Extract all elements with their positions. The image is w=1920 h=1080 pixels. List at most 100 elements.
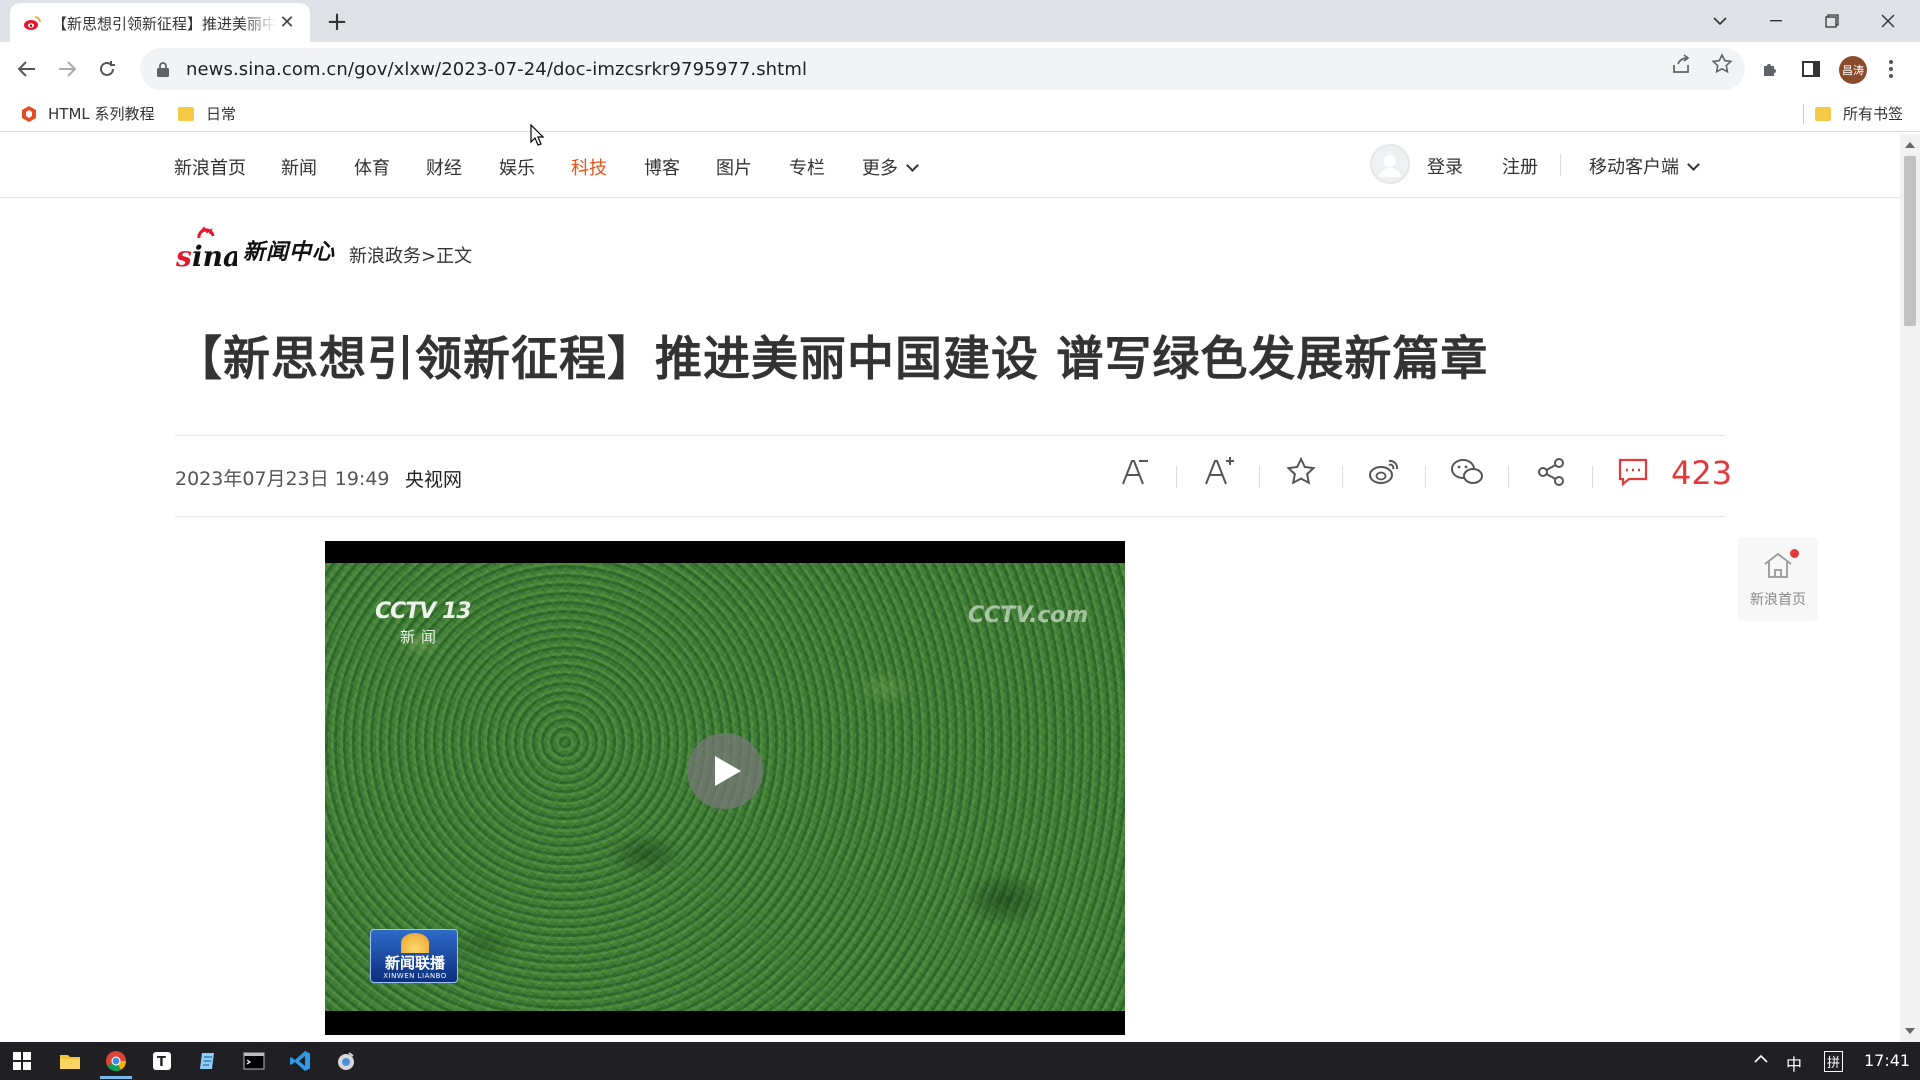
new-tab-button[interactable]: + (322, 8, 352, 38)
nav-item-home[interactable]: 新浪首页 (174, 154, 246, 180)
svg-text:s: s (175, 240, 192, 272)
brand-row: s ina 新闻中心 新浪政务>正文 (175, 224, 472, 272)
terminal-icon[interactable] (232, 1042, 276, 1080)
nav-item-finance[interactable]: 财经 (426, 154, 462, 180)
bookmark-html-tutorial[interactable]: HTML 系列教程 (20, 103, 155, 124)
tab-close-icon[interactable]: ✕ (276, 12, 298, 34)
nav-item-photos[interactable]: 图片 (716, 154, 752, 180)
bookmark-daily-folder[interactable]: 日常 (178, 103, 236, 124)
chevron-down-icon (906, 159, 919, 172)
mobile-client-menu[interactable]: 移动客户端 (1589, 153, 1700, 179)
svg-text:T: T (157, 1055, 166, 1070)
weibo-share-icon[interactable] (1366, 454, 1402, 490)
share-page-icon[interactable] (1670, 53, 1692, 75)
play-icon[interactable] (687, 733, 763, 809)
globe-icon (401, 933, 429, 953)
mouse-cursor-icon (530, 124, 544, 146)
nav-item-columns[interactable]: 专栏 (789, 154, 825, 180)
tab-search-icon[interactable] (1692, 0, 1748, 42)
site-top-nav: 新浪首页 新闻 体育 财经 娱乐 科技 博客 图片 专栏 更多 登录 注册 移动… (0, 134, 1900, 198)
forward-icon[interactable] (52, 54, 82, 84)
side-panel-icon[interactable] (1798, 56, 1824, 82)
comment-icon[interactable] (1615, 454, 1651, 490)
divider (1176, 466, 1177, 488)
font-increase-icon[interactable] (1200, 454, 1236, 490)
nav-item-tech[interactable]: 科技 (571, 154, 607, 180)
minimize-button[interactable] (1748, 0, 1804, 42)
close-window-button[interactable] (1860, 0, 1916, 42)
restore-button[interactable] (1804, 0, 1860, 42)
xinwen-lianbo-logo: 新闻联播 XINWEN LIANBO (370, 929, 458, 983)
divider (1508, 466, 1509, 488)
vscode-icon[interactable] (278, 1042, 322, 1080)
browser-toolbar: news.sina.com.cn/gov/xlxw/2023-07-24/doc… (0, 42, 1920, 96)
video-player[interactable]: CCTV 13 新闻 CCTV.com 新闻联播 XINWEN LIANBO (325, 541, 1125, 1035)
scroll-thumb[interactable] (1904, 156, 1916, 326)
wechat-share-icon[interactable] (1449, 454, 1485, 490)
news-center-title[interactable]: 新闻中心 (243, 234, 335, 266)
back-icon[interactable] (12, 54, 42, 84)
typora-icon[interactable]: T (140, 1042, 184, 1080)
tab-title: 【新思想引领新征程】推进美丽中国建设 谱写绿色发展新篇章 (52, 14, 276, 33)
address-bar[interactable]: news.sina.com.cn/gov/xlxw/2023-07-24/doc… (140, 48, 1745, 90)
svg-text:ina: ina (192, 240, 237, 272)
nav-divider (1560, 154, 1561, 176)
breadcrumb[interactable]: 新浪政务>正文 (349, 242, 472, 268)
bookmark-star-icon[interactable] (1711, 53, 1733, 75)
cctv13-logo-sub: 新闻 (400, 628, 443, 646)
sina-logo-icon[interactable]: s ina (175, 226, 237, 272)
bookmarks-bar: HTML 系列教程 日常 所有书签 (0, 96, 1920, 132)
bookmarks-divider (1803, 104, 1804, 124)
home-icon (1764, 552, 1792, 578)
tab-strip: 【新思想引领新征程】推进美丽中国建设 谱写绿色发展新篇章 ✕ + (0, 0, 1920, 43)
divider (1259, 466, 1260, 488)
notepad-icon[interactable] (186, 1042, 230, 1080)
divider (1342, 466, 1343, 488)
browser-tab[interactable]: 【新思想引领新征程】推进美丽中国建设 谱写绿色发展新篇章 ✕ (10, 3, 310, 43)
ime-mode-indicator[interactable]: 拼 (1824, 1051, 1844, 1072)
all-bookmarks-label: 所有书签 (1843, 105, 1904, 123)
divider (175, 435, 1725, 436)
comment-count[interactable]: 423 (1671, 454, 1732, 492)
user-avatar-icon[interactable] (1370, 144, 1410, 184)
page-scrollbar[interactable] (1900, 134, 1920, 1042)
program-title: 新闻联播 (384, 954, 445, 972)
nav-item-news[interactable]: 新闻 (281, 154, 317, 180)
nav-item-entertainment[interactable]: 娱乐 (499, 154, 535, 180)
menu-kebab-icon[interactable] (1883, 55, 1899, 83)
bookmark-label: 日常 (206, 105, 237, 123)
font-decrease-icon[interactable] (1117, 454, 1153, 490)
reload-icon[interactable] (92, 54, 122, 84)
nav-item-more[interactable]: 更多 (862, 154, 919, 180)
clock[interactable]: 17:41 (1864, 1051, 1910, 1070)
lock-icon[interactable] (156, 61, 170, 77)
html5-icon (22, 105, 36, 122)
screen: 【新思想引领新征程】推进美丽中国建设 谱写绿色发展新篇章 ✕ + news. (0, 0, 1920, 1080)
tray-overflow-icon[interactable] (1753, 1048, 1769, 1074)
sina-favicon-icon (24, 16, 41, 30)
folder-icon (1815, 106, 1831, 121)
favorite-star-icon[interactable] (1283, 454, 1319, 490)
windows-start-icon[interactable] (0, 1042, 44, 1080)
app-icon[interactable] (324, 1042, 368, 1080)
scroll-up-icon[interactable] (1905, 142, 1915, 148)
url-text[interactable]: news.sina.com.cn/gov/xlxw/2023-07-24/doc… (186, 59, 807, 80)
scroll-down-icon[interactable] (1905, 1028, 1915, 1034)
float-home-button[interactable]: 新浪首页 (1738, 537, 1818, 621)
ime-language-indicator[interactable]: 中 (1786, 1051, 1802, 1075)
chrome-icon[interactable] (94, 1042, 138, 1080)
profile-avatar[interactable]: 昌涛 (1839, 56, 1867, 84)
extensions-icon[interactable] (1758, 56, 1784, 82)
nav-more-label: 更多 (862, 158, 898, 179)
article-date: 2023年07月23日 19:49 (175, 468, 390, 490)
nav-item-blog[interactable]: 博客 (644, 154, 680, 180)
register-link[interactable]: 注册 (1502, 153, 1538, 179)
cctv-watermark: CCTV.com (968, 603, 1089, 628)
file-explorer-icon[interactable] (48, 1042, 92, 1080)
all-bookmarks-folder[interactable]: 所有书签 (1815, 103, 1903, 124)
share-icon[interactable] (1533, 454, 1569, 490)
nav-item-sports[interactable]: 体育 (354, 154, 390, 180)
cctv13-logo: CCTV 13 (375, 599, 472, 624)
article-source[interactable]: 央视网 (405, 465, 462, 492)
login-link[interactable]: 登录 (1427, 153, 1463, 179)
